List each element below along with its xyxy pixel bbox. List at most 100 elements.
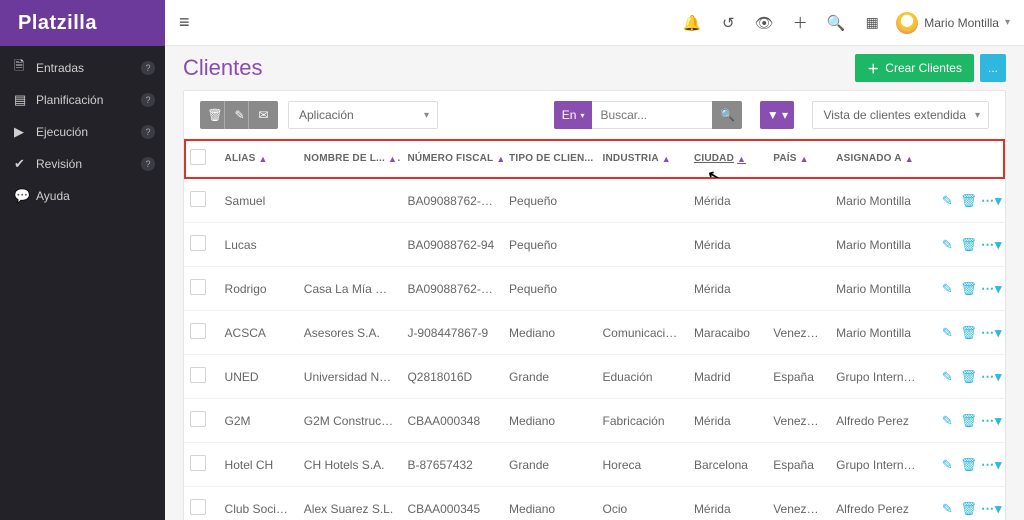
cell-pais: España bbox=[767, 355, 830, 399]
table-row[interactable]: UNEDUniversidad NacionalQ2818016DGrandeE… bbox=[184, 355, 1005, 399]
col-tipo[interactable]: Tipo de clien...▲ bbox=[509, 153, 596, 164]
row-checkbox[interactable] bbox=[190, 411, 206, 427]
cell-asignado: Alfredo Perez bbox=[830, 487, 923, 520]
cell-alias[interactable]: UNED bbox=[219, 355, 298, 399]
row-more-icon[interactable]: ⋯▾ bbox=[981, 281, 999, 297]
cell-nombre: Universidad Nacional bbox=[298, 355, 402, 399]
col-fiscal[interactable]: Número fiscal▲ bbox=[407, 153, 503, 164]
row-checkbox[interactable] bbox=[190, 323, 206, 339]
row-more-icon[interactable]: ⋯▾ bbox=[981, 237, 999, 253]
cell-pais bbox=[767, 179, 830, 223]
create-clientes-button[interactable]: ＋Crear Clientes bbox=[855, 54, 974, 82]
row-checkbox[interactable] bbox=[190, 279, 206, 295]
table-row[interactable]: LucasBA09088762-94PequeñoMéridaMario Mon… bbox=[184, 223, 1005, 267]
more-label: ... bbox=[988, 61, 998, 75]
row-more-icon[interactable]: ⋯▾ bbox=[981, 413, 999, 429]
main: Clientes ＋Crear Clientes ... 🗑 ✎ ✉ Aplic… bbox=[165, 46, 1024, 520]
col-nombre[interactable]: Nombre de l...▲ bbox=[304, 153, 397, 164]
row-delete-icon[interactable]: 🗑 bbox=[960, 237, 978, 253]
row-delete-icon[interactable]: 🗑 bbox=[960, 369, 978, 385]
cell-nombre: Asesores S.A. bbox=[298, 311, 402, 355]
row-edit-icon[interactable]: ✎ bbox=[938, 413, 956, 429]
row-edit-icon[interactable]: ✎ bbox=[938, 281, 956, 297]
cell-alias[interactable]: Samuel bbox=[219, 179, 298, 223]
cell-alias[interactable]: Lucas bbox=[219, 223, 298, 267]
chat-icon: 💬 bbox=[14, 188, 36, 204]
row-delete-icon[interactable]: 🗑 bbox=[960, 501, 978, 517]
table-row[interactable]: Club Social SuárezAlex Suarez S.L.CBAA00… bbox=[184, 487, 1005, 520]
cell-nombre: Alex Suarez S.L. bbox=[298, 487, 402, 520]
history-icon[interactable]: ↺ bbox=[714, 14, 742, 32]
row-edit-icon[interactable]: ✎ bbox=[938, 369, 956, 385]
eye-icon[interactable]: 👁 bbox=[750, 14, 778, 32]
row-checkbox[interactable] bbox=[190, 235, 206, 251]
more-button[interactable]: ... bbox=[980, 54, 1006, 82]
cell-industria bbox=[597, 179, 688, 223]
cell-asignado: Grupo Internacional bbox=[830, 443, 923, 487]
row-checkbox[interactable] bbox=[190, 367, 206, 383]
sidebar-item-ejecucion[interactable]: ▶ Ejecución ? bbox=[0, 116, 165, 148]
row-delete-icon[interactable]: 🗑 bbox=[960, 281, 978, 297]
cell-alias[interactable]: Club Social Suárez bbox=[219, 487, 298, 520]
row-checkbox[interactable] bbox=[190, 499, 206, 515]
col-asignado[interactable]: Asignado a▲ bbox=[836, 153, 914, 164]
sidebar-item-entradas[interactable]: 🗎 Entradas ? bbox=[0, 52, 165, 84]
bulk-actions: 🗑 ✎ ✉ bbox=[200, 101, 278, 129]
row-edit-icon[interactable]: ✎ bbox=[938, 325, 956, 341]
cell-alias[interactable]: ACSCA bbox=[219, 311, 298, 355]
row-delete-icon[interactable]: 🗑 bbox=[960, 193, 978, 209]
row-checkbox[interactable] bbox=[190, 455, 206, 471]
row-delete-icon[interactable]: 🗑 bbox=[960, 413, 978, 429]
col-ciudad[interactable]: Ciudad▲↖ bbox=[694, 153, 746, 164]
col-pais[interactable]: País▲ bbox=[773, 153, 809, 164]
search-input[interactable] bbox=[592, 101, 712, 129]
search-go-button[interactable]: 🔍 bbox=[712, 101, 742, 129]
col-alias[interactable]: Alias▲ bbox=[225, 153, 268, 164]
cell-alias[interactable]: G2M bbox=[219, 399, 298, 443]
avatar[interactable] bbox=[896, 12, 918, 34]
cell-asignado: Grupo Internacional bbox=[830, 355, 923, 399]
hamburger-icon[interactable]: ≡ bbox=[179, 12, 190, 33]
plus-icon[interactable]: ＋ bbox=[786, 12, 814, 33]
row-more-icon[interactable]: ⋯▾ bbox=[981, 193, 999, 209]
table-row[interactable]: SamuelBA09088762-112PequeñoMéridaMario M… bbox=[184, 179, 1005, 223]
user-name[interactable]: Mario Montilla bbox=[924, 16, 999, 30]
sidebar-item-revision[interactable]: ✔ Revisión ? bbox=[0, 148, 165, 180]
lang-button[interactable]: En▾ bbox=[554, 101, 593, 129]
cell-industria bbox=[597, 223, 688, 267]
bell-icon[interactable]: 🔔 bbox=[678, 14, 706, 32]
cell-alias[interactable]: Hotel CH bbox=[219, 443, 298, 487]
row-more-icon[interactable]: ⋯▾ bbox=[981, 457, 999, 473]
sidebar-badge: ? bbox=[141, 93, 155, 107]
table-row[interactable]: ACSCAAsesores S.A.J-908447867-9MedianoCo… bbox=[184, 311, 1005, 355]
cell-pais: Venezuela bbox=[767, 399, 830, 443]
table-row[interactable]: G2MG2M ConstruccionesCBAA000348MedianoFa… bbox=[184, 399, 1005, 443]
row-edit-icon[interactable]: ✎ bbox=[938, 237, 956, 253]
search-icon[interactable]: 🔍 bbox=[822, 14, 850, 32]
col-industria[interactable]: Industria▲ bbox=[603, 153, 671, 164]
filter-button[interactable]: ▼ ▾ bbox=[760, 101, 794, 129]
row-delete-icon[interactable]: 🗑 bbox=[960, 325, 978, 341]
row-edit-icon[interactable]: ✎ bbox=[938, 501, 956, 517]
chevron-down-icon[interactable]: ▾ bbox=[1005, 17, 1010, 28]
table-row[interactable]: Hotel CHCH Hotels S.A.B-87657432GrandeHo… bbox=[184, 443, 1005, 487]
apps-grid-icon[interactable]: ▦ bbox=[858, 14, 886, 31]
cell-industria: Ocio bbox=[597, 487, 688, 520]
row-edit-icon[interactable]: ✎ bbox=[938, 457, 956, 473]
row-edit-icon[interactable]: ✎ bbox=[938, 193, 956, 209]
sidebar-item-ayuda[interactable]: 💬 Ayuda bbox=[0, 180, 165, 212]
clients-table: Alias▲ Nombre de l...▲ Número fiscal▲ Ti… bbox=[184, 139, 1005, 520]
table-row[interactable]: RodrigoCasa La Mía RodrigoBA09088762-109… bbox=[184, 267, 1005, 311]
cell-alias[interactable]: Rodrigo bbox=[219, 267, 298, 311]
sidebar-item-planificacion[interactable]: ▤ Planificación ? bbox=[0, 84, 165, 116]
view-select[interactable]: Vista de clientes extendida bbox=[812, 101, 989, 129]
row-more-icon[interactable]: ⋯▾ bbox=[981, 501, 999, 517]
select-all-checkbox[interactable] bbox=[190, 149, 206, 165]
row-more-icon[interactable]: ⋯▾ bbox=[981, 325, 999, 341]
row-checkbox[interactable] bbox=[190, 191, 206, 207]
app-select[interactable]: Aplicación bbox=[288, 101, 438, 129]
row-delete-icon[interactable]: 🗑 bbox=[960, 457, 978, 473]
sidebar-item-label: Ayuda bbox=[36, 189, 70, 203]
mail-button[interactable]: ✉ bbox=[248, 101, 278, 129]
row-more-icon[interactable]: ⋯▾ bbox=[981, 369, 999, 385]
